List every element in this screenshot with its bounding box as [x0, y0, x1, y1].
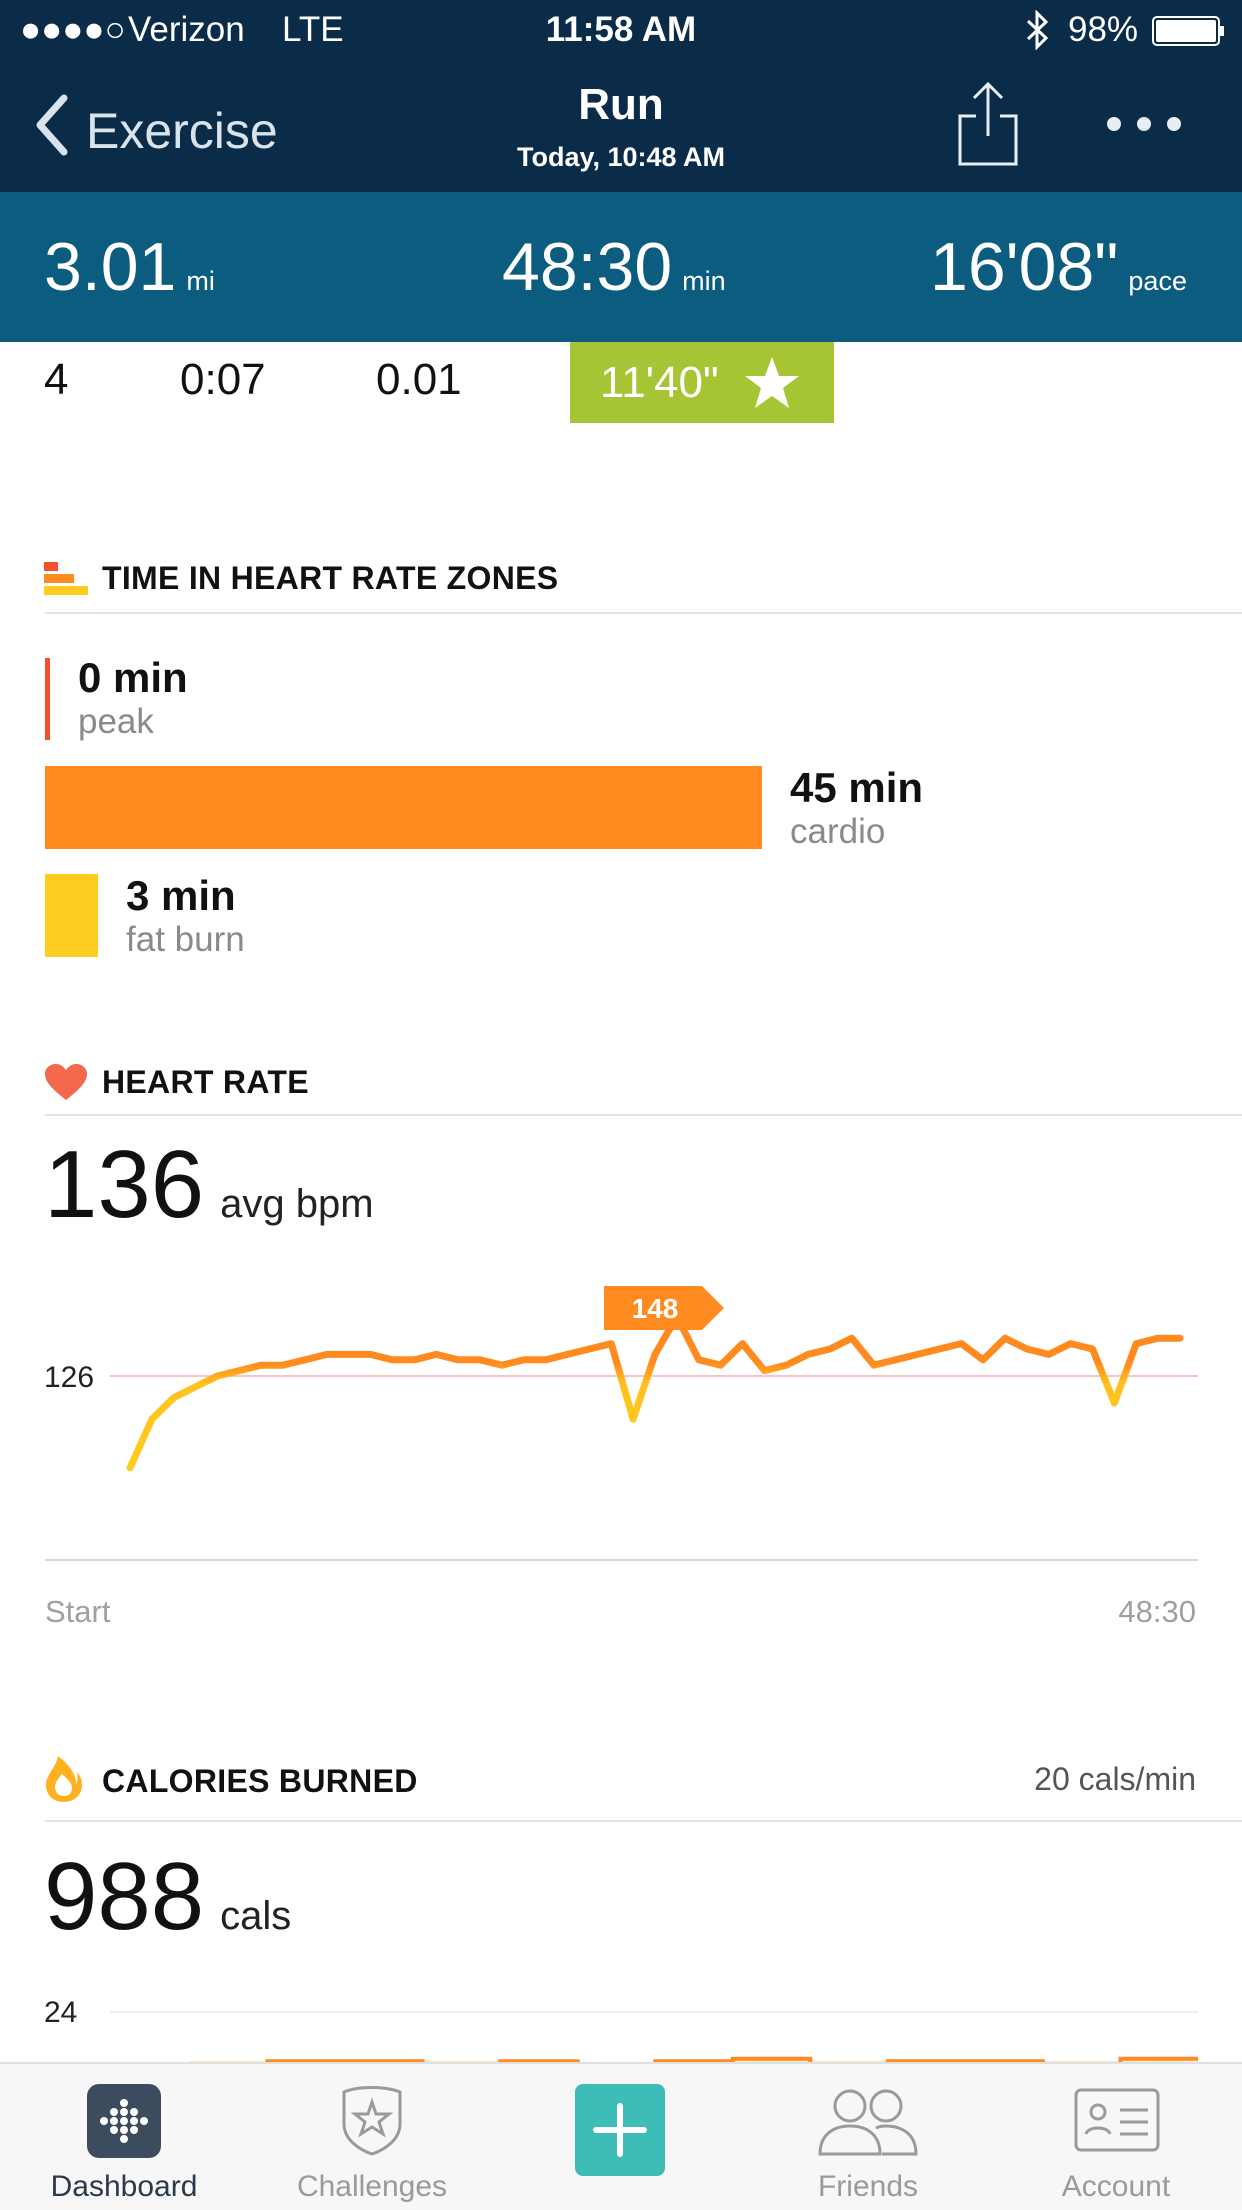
account-icon: [1074, 2088, 1160, 2157]
heart-rate-line: [126, 1313, 1184, 1472]
flame-icon: [44, 1750, 84, 1809]
star-icon: [743, 355, 801, 411]
calories-total-unit: cals: [220, 1894, 292, 1938]
zone-fat-burn-value: 3 min: [126, 872, 236, 919]
battery-icon: [1152, 16, 1226, 51]
more-icon: [1107, 117, 1181, 131]
split-distance: 0.01: [376, 355, 462, 404]
calories-title: CALORIES BURNED: [102, 1763, 418, 1799]
avg-heart-rate-value: 136: [44, 1131, 205, 1238]
duration-value: 48:30: [502, 229, 673, 305]
pace-value: 16'08": [930, 229, 1119, 305]
bluetooth-icon: [1022, 9, 1052, 55]
avg-heart-rate: 136 avg bpm: [44, 1130, 374, 1240]
distance-value: 3.01: [44, 229, 177, 305]
zones-bars-icon: [44, 562, 88, 601]
split-number: 4: [44, 355, 69, 404]
zone-cardio-label: cardio: [790, 812, 886, 851]
duration-stat: 48:30 min: [502, 228, 726, 306]
heart-rate-chart: 126 148: [44, 1286, 1198, 1561]
best-pace-badge: 11'40": [570, 342, 834, 423]
best-pace-value: 11'40": [600, 357, 719, 407]
tab-bar: Dashboard Challenges Friends Account: [0, 2062, 1242, 2210]
tab-challenges[interactable]: Challenges: [248, 2064, 496, 2210]
zone-peak: 0 min peak: [78, 654, 188, 742]
split-time: 0:07: [180, 355, 266, 404]
zone-bar-peak: [45, 658, 50, 740]
zones-divider: [45, 612, 1242, 614]
tab-account[interactable]: Account: [992, 2064, 1240, 2210]
tab-dashboard-label: Dashboard: [50, 2170, 198, 2203]
status-time: 11:58 AM: [545, 10, 697, 49]
calories-y-label: 24: [44, 1996, 77, 2029]
duration-unit: min: [682, 266, 726, 296]
page-subtitle: Today, 10:48 AM: [516, 142, 726, 172]
calories-total: 988 cals: [44, 1842, 291, 1952]
heart-rate-title: HEART RATE: [102, 1064, 309, 1100]
zone-cardio-value: 45 min: [790, 764, 924, 811]
challenges-icon: [336, 2084, 408, 2161]
calories-chart: 24: [44, 1996, 1198, 2062]
hr-x-end-label: 48:30: [1118, 1594, 1196, 1629]
tab-friends[interactable]: Friends: [744, 2064, 992, 2210]
hr-reference-label: 126: [44, 1361, 94, 1394]
zones-section-title: TIME IN HEART RATE ZONES: [102, 560, 559, 596]
zone-peak-value: 0 min: [78, 654, 188, 701]
heart-rate-divider: [45, 1114, 1242, 1116]
hr-peak-label: 148: [632, 1293, 679, 1324]
battery-percentage: 98%: [1068, 10, 1139, 49]
calories-rate: 20 cals/min: [1034, 1761, 1196, 1797]
zone-peak-label: peak: [78, 702, 154, 741]
zone-cardio: 45 min cardio: [790, 764, 923, 852]
hr-peak-marker: 148: [604, 1286, 724, 1330]
top-navigation-bar: ●●●●○ Verizon LTE 11:58 AM 98% Exercise …: [0, 0, 1242, 192]
heart-icon: [44, 1064, 88, 1107]
distance-unit: mi: [186, 266, 215, 296]
tab-friends-label: Friends: [817, 2170, 919, 2203]
zone-bar-cardio: [45, 766, 762, 849]
share-icon: [958, 81, 1018, 166]
distance-stat: 3.01 mi: [44, 228, 215, 306]
share-button[interactable]: [956, 80, 1020, 171]
tab-challenges-label: Challenges: [296, 2170, 448, 2203]
tab-dashboard[interactable]: Dashboard: [0, 2064, 248, 2210]
add-button[interactable]: [496, 2064, 744, 2210]
zone-fat-burn-label: fat burn: [126, 920, 245, 959]
friends-icon: [814, 2084, 922, 2163]
zone-fat-burn: 3 min fat burn: [126, 872, 245, 960]
plus-icon: [575, 2084, 665, 2181]
zone-bar-fat-burn: [45, 874, 98, 957]
avg-heart-rate-unit: avg bpm: [220, 1182, 374, 1226]
pace-unit: pace: [1128, 266, 1187, 296]
dashboard-icon: [87, 2084, 161, 2163]
pace-stat: 16'08" pace: [930, 228, 1187, 306]
calories-divider: [45, 1820, 1242, 1822]
tab-account-label: Account: [1061, 2170, 1171, 2203]
page-title: Run: [578, 80, 664, 129]
more-options-button[interactable]: [1104, 114, 1184, 139]
calories-total-value: 988: [44, 1843, 205, 1950]
exercise-summary: 3.01 mi 48:30 min 16'08" pace: [0, 192, 1242, 342]
hr-x-start-label: Start: [45, 1594, 111, 1629]
